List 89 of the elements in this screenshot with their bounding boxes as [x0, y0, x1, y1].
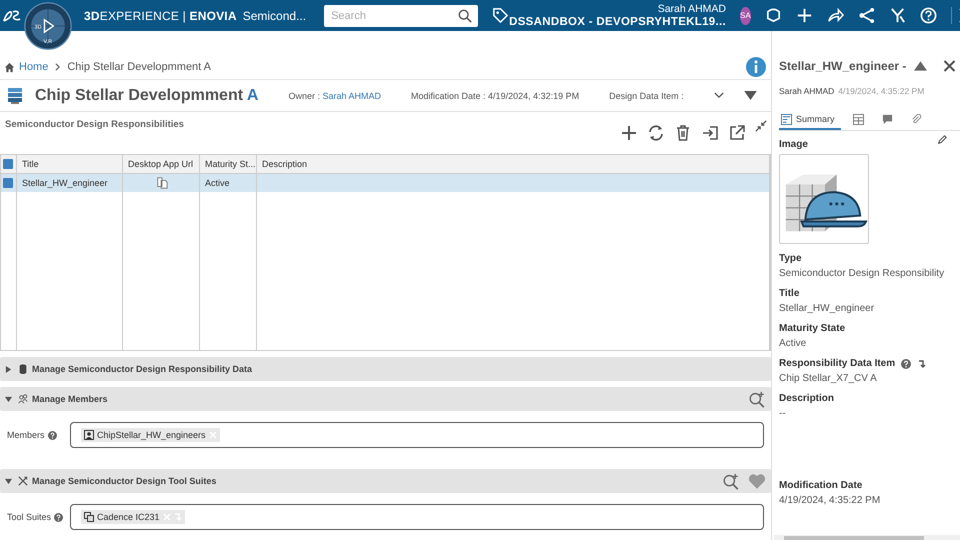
- column-header[interactable]: Desktop App Url: [128, 159, 194, 169]
- brand-title: 3DEXPERIENCE | ENOVIA: [84, 8, 237, 22]
- search-add-icon[interactable]: [748, 390, 766, 408]
- search-field[interactable]: Search: [324, 4, 478, 26]
- section-header[interactable]: Manage Semiconductor Design Responsibility Data: [0, 357, 771, 381]
- share-arrow-icon[interactable]: [826, 7, 844, 24]
- timestamp: 4/19/2024, 4:35:22 PM: [838, 86, 924, 96]
- info-icon[interactable]: [746, 57, 766, 77]
- owner-name: Sarah AHMAD: [779, 86, 834, 96]
- stack-icon: [5, 86, 25, 106]
- panel-tab[interactable]: Summary: [779, 110, 841, 130]
- caret-icon[interactable]: [5, 396, 12, 402]
- tag-icon[interactable]: [492, 7, 510, 24]
- breadcrumb-link[interactable]: Home: [19, 61, 48, 73]
- group-icon: [84, 430, 94, 440]
- column-header[interactable]: Maturity St...: [205, 159, 256, 169]
- trash-icon[interactable]: [674, 124, 692, 142]
- column-header[interactable]: Title: [22, 159, 39, 169]
- section-title: Semiconductor Design Responsibilities: [5, 119, 184, 132]
- paperclip-icon: [910, 114, 922, 124]
- property-value: Chip Stellar_X7_CV A: [779, 373, 878, 384]
- row-checkbox[interactable]: [3, 178, 13, 188]
- section-header[interactable]: Manage Members: [0, 387, 771, 411]
- property-label: Responsibility Data Item: [779, 358, 896, 369]
- pencil-icon[interactable]: [937, 135, 947, 145]
- help-icon[interactable]: [920, 7, 937, 24]
- field-label: Tool Suites: [7, 512, 52, 522]
- property-label: Type: [779, 253, 802, 264]
- search-icon[interactable]: [458, 8, 472, 22]
- user-avatar[interactable]: SA: [740, 6, 751, 24]
- object-title: Chip Stellar Developmment A: [35, 86, 258, 104]
- comment-icon: [882, 114, 893, 124]
- tools-icon[interactable]: [888, 7, 906, 24]
- property-value: Active: [779, 338, 808, 349]
- search-add-icon[interactable]: [722, 472, 740, 490]
- tools-icon: [18, 476, 28, 486]
- property-label: Maturity State: [779, 323, 846, 334]
- triangle-down-icon[interactable]: [744, 91, 757, 100]
- refresh-icon[interactable]: [647, 124, 665, 142]
- owner-field: Owner : Sarah AHMAD: [288, 90, 382, 100]
- help-icon[interactable]: [54, 512, 64, 522]
- caret-icon[interactable]: [5, 478, 12, 484]
- caret-icon[interactable]: [5, 366, 12, 372]
- summary-icon: [781, 114, 792, 124]
- database-icon: [18, 364, 28, 374]
- plus-icon[interactable]: [620, 124, 638, 142]
- breadcrumb-item: Chip Stellar Developmment A: [67, 61, 212, 73]
- documents-icon[interactable]: [156, 177, 168, 189]
- design-data-label: Design Data Item :: [609, 90, 684, 100]
- select-all-checkbox[interactable]: [3, 159, 13, 169]
- property-value: Stellar_HW_engineer: [779, 303, 876, 314]
- network-icon[interactable]: [858, 7, 875, 24]
- property-value: Semiconductor Design Responsibility: [779, 268, 946, 279]
- logo-icon: [2, 8, 22, 23]
- property-label: Description: [779, 393, 834, 404]
- people-icon: [18, 394, 28, 404]
- tenant-name[interactable]: DSSANDBOX - DEVOPSRYHTEKL19...: [509, 16, 726, 28]
- property-label: Title: [779, 288, 800, 299]
- property-value: 4/19/2024, 4:35:22 PM: [779, 495, 882, 506]
- panel-title: Stellar_HW_engineer -: [779, 59, 906, 73]
- chevron-icon[interactable]: [714, 92, 724, 99]
- open-external-icon[interactable]: [728, 124, 746, 142]
- close-icon[interactable]: [943, 60, 956, 72]
- table-icon: [852, 114, 864, 124]
- column-header[interactable]: Description: [262, 159, 308, 169]
- home-icon[interactable]: [4, 62, 15, 72]
- arrow-icon[interactable]: [917, 358, 928, 368]
- field-label: Members: [7, 430, 45, 440]
- chip-input-field[interactable]: ChipStellar_HW_engineers: [70, 422, 764, 448]
- chevron-icon: [55, 63, 60, 71]
- table-cell: Stellar_HW_engineer: [22, 178, 108, 188]
- property-value: --: [779, 408, 787, 419]
- app-name[interactable]: Semicond...: [242, 8, 306, 22]
- chip-input-field[interactable]: Cadence IC231: [70, 504, 764, 530]
- property-label: Image: [779, 139, 808, 150]
- date-field: Modification Date : 4/19/2024, 4:32:19 PM: [411, 90, 580, 100]
- user-name: Sarah AHMAD: [658, 2, 726, 16]
- help-icon[interactable]: [48, 430, 57, 440]
- chat-bubble-icon[interactable]: [764, 7, 782, 24]
- suite-icon: [84, 512, 94, 522]
- section-header[interactable]: Manage Semiconductor Design Tool Suites: [0, 469, 771, 493]
- chip[interactable]: ChipStellar_HW_engineers: [81, 428, 220, 442]
- triangle-up-icon[interactable]: [914, 60, 927, 72]
- help-icon[interactable]: [901, 358, 912, 368]
- table-row[interactable]: Stellar_HW_engineer Active: [1, 174, 770, 192]
- property-label: Modification Date: [779, 480, 862, 491]
- collapse-icon[interactable]: [755, 120, 767, 132]
- table-cell: Active: [205, 178, 230, 188]
- import-icon[interactable]: [701, 124, 719, 142]
